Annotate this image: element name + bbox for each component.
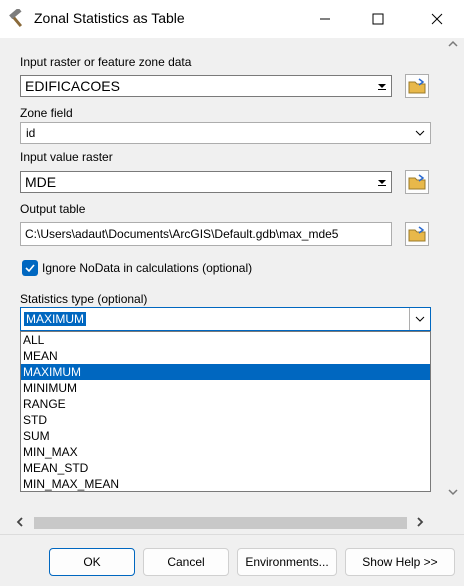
folder-icon (408, 174, 426, 190)
zone-field-label: Zone field (20, 106, 73, 120)
zone-data-label: Input raster or feature zone data (20, 55, 192, 69)
statistics-option[interactable]: SUM (21, 428, 430, 444)
horizontal-scroll-thumb[interactable] (34, 517, 407, 529)
statistics-option[interactable]: MIN_MAX_MEAN (21, 476, 430, 492)
browse-value-raster-button[interactable] (405, 170, 429, 194)
chevron-down-icon (415, 130, 425, 136)
minimize-icon (320, 18, 330, 20)
ok-button[interactable]: OK (49, 548, 135, 576)
tool-dialog-content: Input raster or feature zone data EDIFIC… (0, 38, 464, 586)
hammer-icon (6, 7, 28, 29)
statistics-type-value: MAXIMUM (24, 312, 86, 326)
statistics-option[interactable]: MIN_MAX (21, 444, 430, 460)
statistics-option[interactable]: MINIMUM (21, 380, 430, 396)
zone-data-combo[interactable]: EDIFICACOES (20, 75, 392, 97)
statistics-option[interactable]: MEAN_STD (21, 460, 430, 476)
statistics-type-label: Statistics type (optional) (20, 292, 148, 306)
value-raster-value: MDE (25, 174, 57, 190)
folder-icon (408, 226, 426, 242)
output-table-input[interactable]: C:\Users\adaut\Documents\ArcGIS\Default.… (20, 222, 392, 246)
show-help-button[interactable]: Show Help >> (345, 548, 455, 576)
value-raster-combo[interactable]: MDE (20, 171, 392, 193)
zone-field-value: id (26, 126, 36, 140)
output-table-value: C:\Users\adaut\Documents\ArcGIS\Default.… (25, 227, 339, 241)
minimize-button[interactable] (302, 0, 348, 38)
statistics-option[interactable]: MAXIMUM (21, 364, 430, 380)
scroll-left-icon[interactable] (14, 516, 26, 528)
checkmark-icon (25, 264, 35, 273)
cancel-button[interactable]: Cancel (143, 548, 229, 576)
footer-divider (0, 534, 464, 535)
ignore-nodata-checkbox[interactable] (22, 260, 38, 276)
statistics-type-dropdown-button[interactable] (409, 308, 430, 330)
scroll-down-icon[interactable] (447, 486, 459, 498)
horizontal-scrollbar[interactable] (12, 512, 432, 532)
close-icon (431, 13, 443, 25)
scroll-right-icon[interactable] (414, 516, 426, 528)
statistics-option[interactable]: RANGE (21, 396, 430, 412)
chevron-down-icon (415, 316, 425, 322)
maximize-icon (372, 13, 384, 25)
folder-icon (408, 78, 426, 94)
statistics-option[interactable]: ALL (21, 332, 430, 348)
statistics-type-options-list[interactable]: ALL MEAN MAXIMUM MINIMUM RANGE STD SUM MIN_MAX M… (20, 331, 431, 492)
statistics-type-combo[interactable]: MAXIMUM (20, 307, 431, 331)
maximize-button[interactable] (355, 0, 401, 38)
zone-data-value: EDIFICACOES (25, 78, 120, 94)
value-raster-label: Input value raster (20, 150, 113, 164)
browse-output-table-button[interactable] (405, 222, 429, 246)
ignore-nodata-label[interactable]: Ignore NoData in calculations (optional) (42, 261, 252, 275)
statistics-option[interactable]: MEAN (21, 348, 430, 364)
statistics-option[interactable]: STD (21, 412, 430, 428)
scroll-up-icon[interactable] (447, 38, 459, 50)
vertical-scrollbar[interactable] (444, 38, 462, 510)
zone-field-combo[interactable]: id (20, 122, 431, 144)
dropdown-arrow-icon[interactable] (374, 173, 390, 191)
dropdown-arrow-icon[interactable] (374, 77, 390, 95)
browse-zone-data-button[interactable] (405, 74, 429, 98)
output-table-label: Output table (20, 202, 86, 216)
window-title: Zonal Statistics as Table (34, 10, 185, 26)
close-button[interactable] (414, 0, 460, 38)
environments-button[interactable]: Environments... (237, 548, 337, 576)
title-bar: Zonal Statistics as Table (0, 0, 464, 38)
